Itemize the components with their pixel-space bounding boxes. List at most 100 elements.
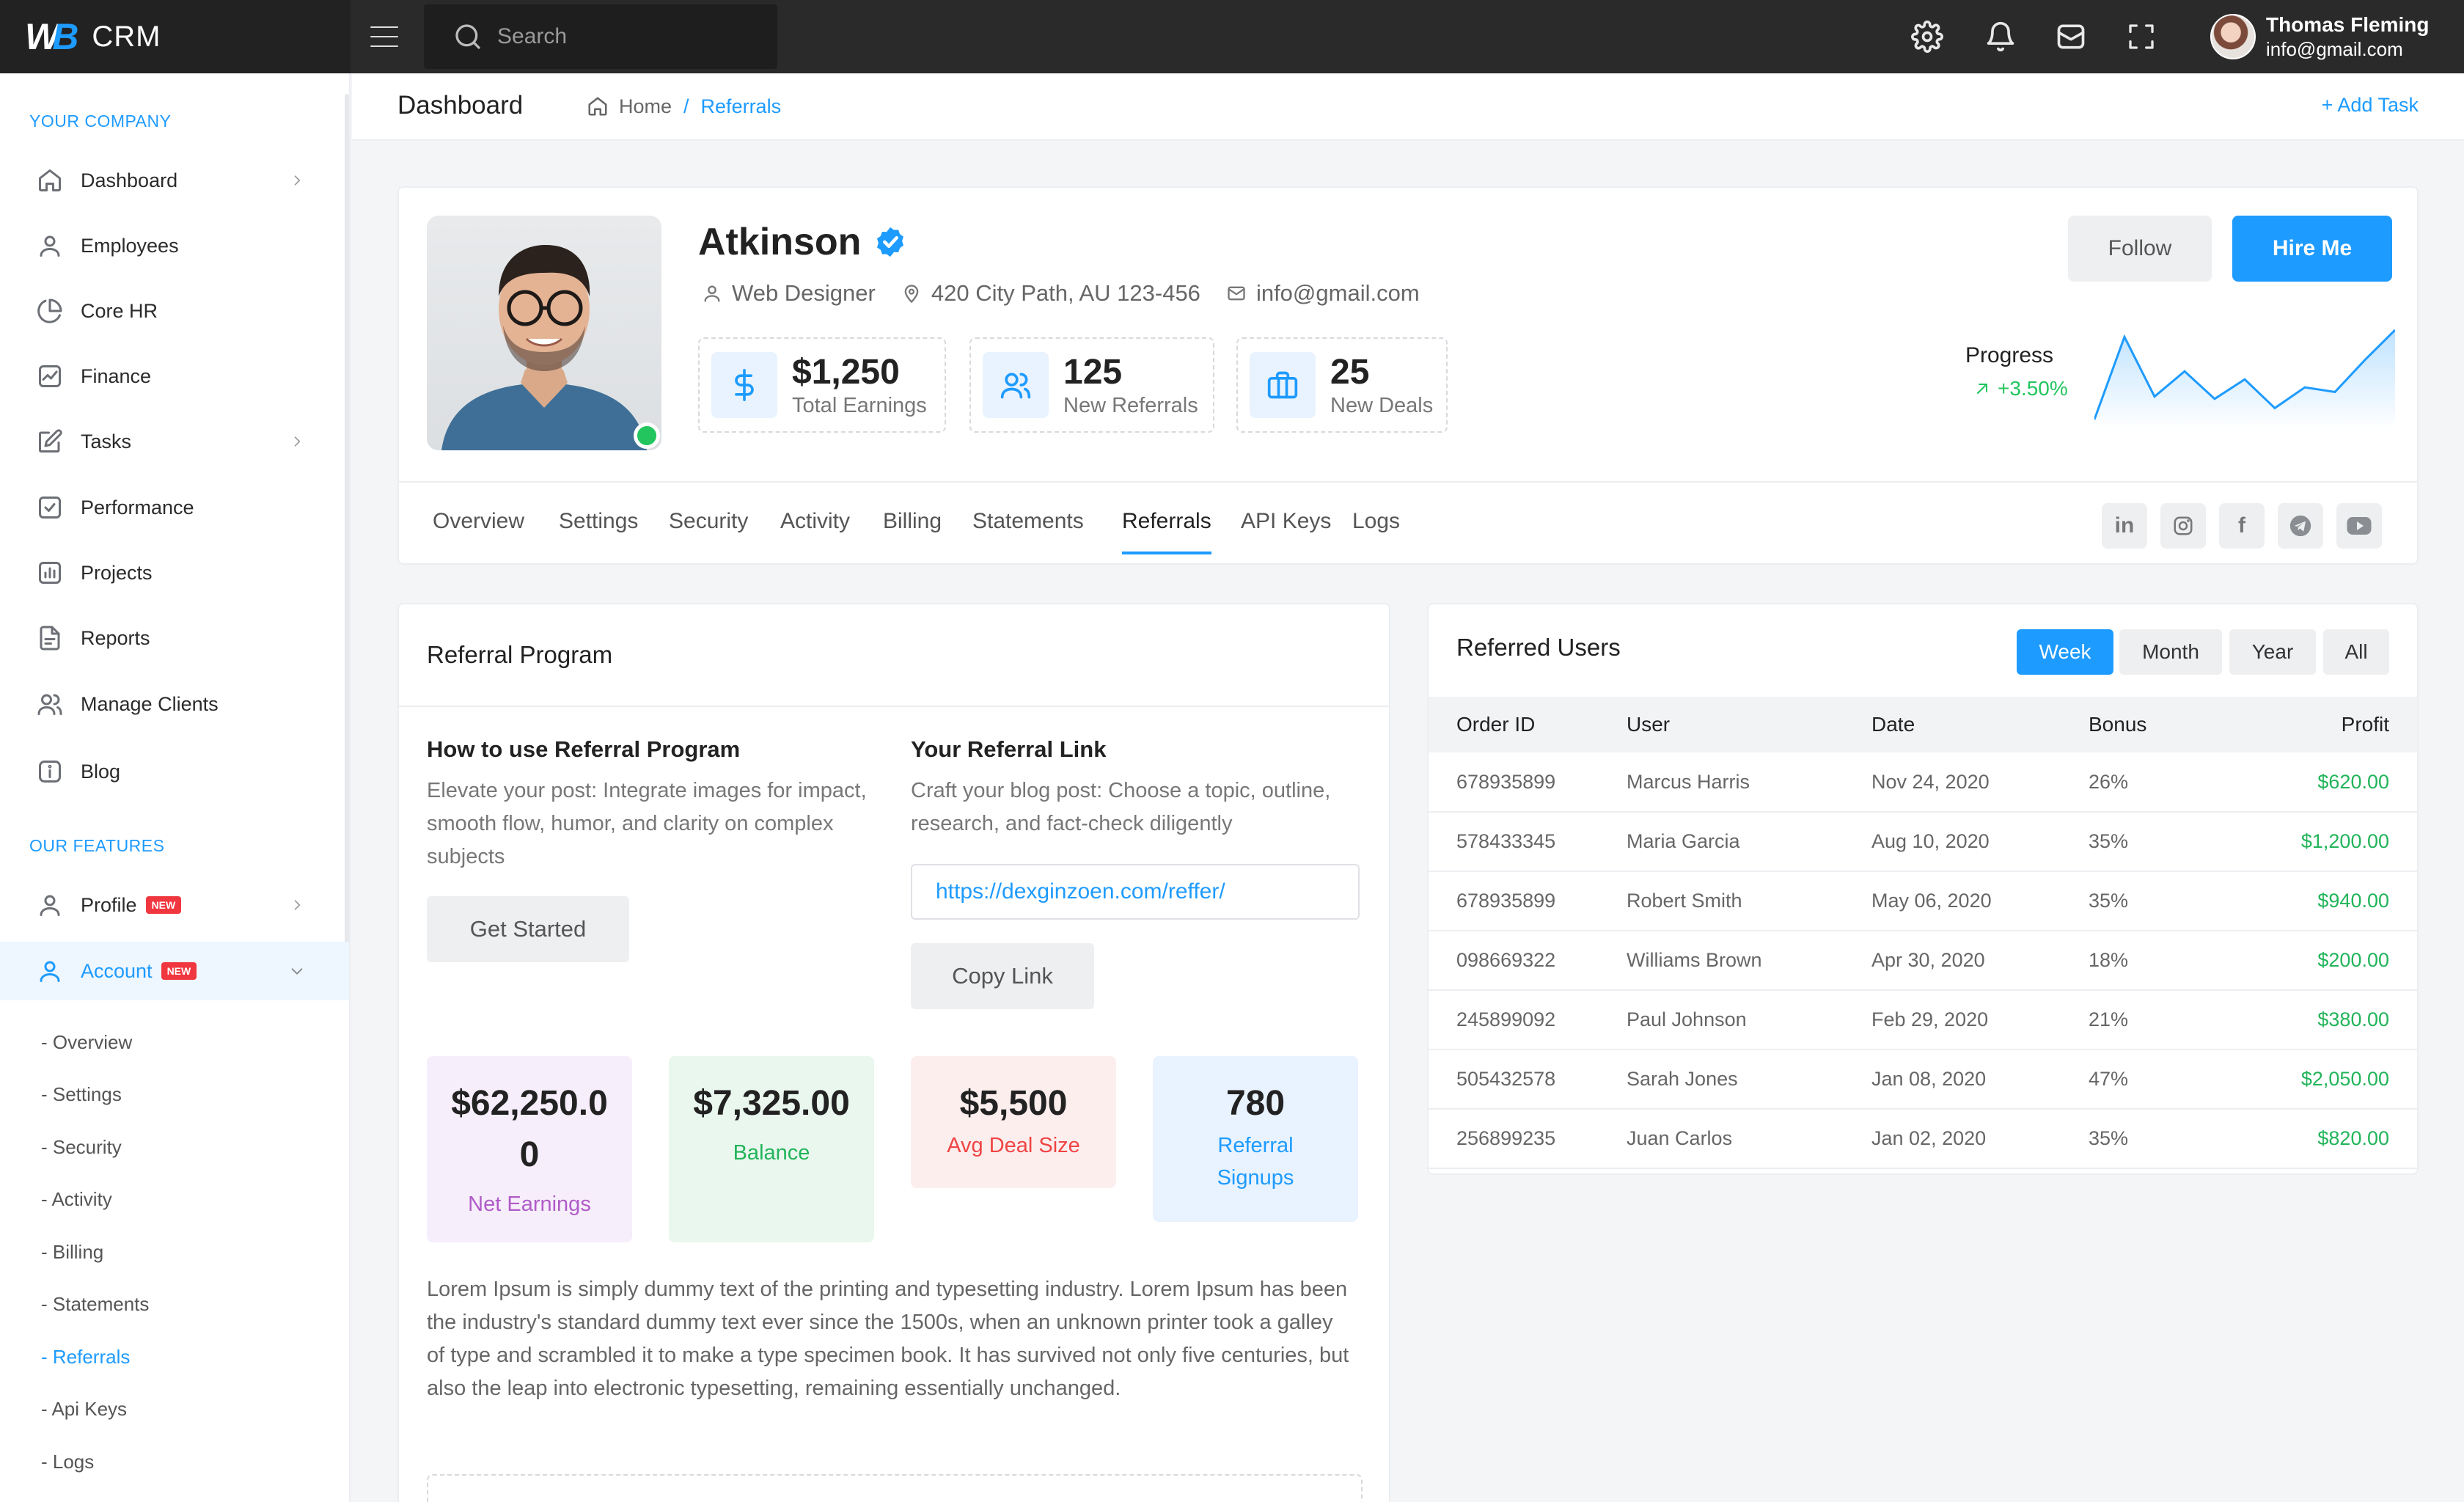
sidebar-item-label: Reports (81, 626, 150, 649)
gear-icon[interactable] (1910, 19, 1945, 54)
breadcrumb-home[interactable]: Home (619, 95, 672, 118)
cell-order-id: 578433345 (1429, 812, 1627, 872)
copy-link-button[interactable]: Copy Link (911, 943, 1094, 1009)
sidebar-subitem-api-keys[interactable]: - Api Keys (41, 1398, 127, 1421)
cell-bonus: 35% (2089, 1109, 2199, 1169)
column-date[interactable]: Date (1871, 697, 2089, 752)
breadcrumb-separator: / (683, 95, 689, 117)
search-input[interactable] (497, 24, 761, 49)
progress-sparkline (2094, 329, 2395, 430)
instagram-icon[interactable] (2160, 503, 2206, 549)
column-order-id[interactable]: Order ID (1429, 697, 1627, 752)
sidebar-item-employees[interactable]: Employees (0, 216, 349, 275)
bar-chart-icon (35, 558, 65, 587)
sidebar-item-label: Dashboard (81, 169, 178, 191)
table-row[interactable]: 256899235 Juan Carlos Jan 02, 2020 35% $… (1429, 1109, 2417, 1169)
sidebar-subitem-billing[interactable]: - Billing (41, 1241, 103, 1264)
user-icon (701, 282, 723, 304)
sidebar-item-label: Performance (81, 496, 194, 519)
kpi-label: Avg Deal Size (947, 1134, 1080, 1157)
sidebar-subitem-settings[interactable]: - Settings (41, 1083, 122, 1106)
hire-me-button[interactable]: Hire Me (2232, 216, 2392, 282)
range-year-button[interactable]: Year (2229, 629, 2316, 675)
tab-settings[interactable]: Settings (559, 509, 638, 552)
table-row[interactable]: 678935899 Marcus Harris Nov 24, 2020 26%… (1429, 752, 2417, 813)
tab-api-keys[interactable]: API Keys (1241, 509, 1331, 552)
sidebar-item-label: Employees (81, 234, 179, 257)
sidebar-item-label: Finance (81, 364, 152, 387)
mail-icon[interactable] (2053, 19, 2089, 54)
chevron-right-icon (287, 171, 307, 190)
user-menu[interactable]: Thomas Fleming info@gmail.com (2210, 10, 2429, 63)
progress-value: +3.50% (1973, 377, 2068, 400)
sidebar-subitem-overview[interactable]: - Overview (41, 1031, 132, 1054)
cell-date: Aug 10, 2020 (1871, 812, 2089, 872)
range-week-button[interactable]: Week (2017, 629, 2113, 675)
column-profit[interactable]: Profit (2198, 697, 2417, 752)
sidebar-item-performance[interactable]: Performance (0, 478, 349, 537)
column-bonus[interactable]: Bonus (2089, 697, 2199, 752)
sidebar-item-finance[interactable]: Finance (0, 347, 349, 406)
cell-order-id: 505432578 (1429, 1049, 1627, 1110)
tab-overview[interactable]: Overview (433, 509, 524, 552)
bell-icon[interactable] (1983, 19, 2018, 54)
follow-button[interactable]: Follow (2068, 216, 2212, 282)
tab-billing[interactable]: Billing (883, 509, 942, 552)
cell-bonus: 26% (2089, 752, 2199, 813)
kpi-balance: $7,325.00 Balance (669, 1056, 874, 1242)
sidebar-item-manage-clients[interactable]: Manage Clients (0, 675, 349, 733)
cell-profit: $940.00 (2198, 871, 2417, 931)
table-row[interactable]: 678935899 Robert Smith May 06, 2020 35% … (1429, 871, 2417, 931)
sidebar-subitem-activity[interactable]: - Activity (41, 1188, 112, 1211)
avatar (2210, 14, 2256, 59)
facebook-icon[interactable]: f (2219, 503, 2265, 549)
sidebar-item-label: Projects (81, 561, 153, 584)
top-bar: WB CRM Thomas Fleming info@gmail.com (0, 0, 2464, 73)
sidebar-subitem-referrals[interactable]: - Referrals (41, 1346, 130, 1369)
sidebar-item-core-hr[interactable]: Core HR (0, 282, 349, 340)
page-title: Dashboard (397, 91, 524, 120)
table-row[interactable]: 098669322 Williams Brown Apr 30, 2020 18… (1429, 931, 2417, 991)
linkedin-icon[interactable]: in (2102, 503, 2147, 549)
sidebar-item-blog[interactable]: Blog (0, 742, 349, 801)
cell-order-id: 098669322 (1429, 931, 1627, 991)
tab-referrals[interactable]: Referrals (1122, 509, 1211, 554)
table-row[interactable]: 245899092 Paul Johnson Feb 29, 2020 21% … (1429, 990, 2417, 1050)
profile-email[interactable]: info@gmail.com (1225, 280, 1420, 307)
sidebar-item-tasks[interactable]: Tasks (0, 412, 349, 471)
sidebar-item-label: Blog (81, 760, 121, 783)
sidebar-item-reports[interactable]: Reports (0, 609, 349, 667)
sidebar-item-projects[interactable]: Projects (0, 543, 349, 602)
menu-icon[interactable] (361, 16, 408, 57)
tab-statements[interactable]: Statements (972, 509, 1084, 552)
fullscreen-icon[interactable] (2124, 19, 2159, 54)
youtube-icon[interactable] (2336, 503, 2382, 549)
sidebar-subitem-statements[interactable]: - Statements (41, 1293, 149, 1316)
add-task-button[interactable]: + Add Task (2322, 94, 2419, 117)
range-all-button[interactable]: All (2323, 629, 2389, 675)
range-month-button[interactable]: Month (2119, 629, 2222, 675)
referral-link-field[interactable] (911, 864, 1360, 920)
tab-activity[interactable]: Activity (780, 509, 850, 552)
cell-bonus: 21% (2089, 990, 2199, 1050)
brand-name: CRM (92, 20, 161, 53)
sidebar-item-account[interactable]: Account NEW (0, 942, 349, 1000)
telegram-icon[interactable] (2278, 503, 2323, 549)
get-started-button[interactable]: Get Started (427, 896, 629, 962)
sidebar-item-profile[interactable]: Profile NEW (0, 876, 349, 934)
sidebar-item-dashboard[interactable]: Dashboard (0, 151, 349, 210)
brand[interactable]: WB CRM (0, 0, 351, 73)
tab-security[interactable]: Security (669, 509, 748, 552)
profile-tabs: Overview Settings Security Activity Bill… (399, 481, 2417, 563)
cell-user: Marcus Harris (1627, 752, 1871, 813)
referral-description: Lorem Ipsum is simply dummy text of the … (427, 1278, 1349, 1400)
tab-logs[interactable]: Logs (1352, 509, 1400, 552)
table-row[interactable]: 505432578 Sarah Jones Jan 08, 2020 47% $… (1429, 1049, 2417, 1110)
table-row[interactable]: 578433345 Maria Garcia Aug 10, 2020 35% … (1429, 812, 2417, 872)
kpi-value: $5,500 (959, 1084, 1068, 1123)
sidebar-subitem-logs[interactable]: - Logs (41, 1451, 94, 1473)
column-user[interactable]: User (1627, 697, 1871, 752)
user-icon (35, 890, 65, 920)
sidebar-subitem-security[interactable]: - Security (41, 1136, 122, 1159)
chevron-down-icon (287, 961, 307, 981)
